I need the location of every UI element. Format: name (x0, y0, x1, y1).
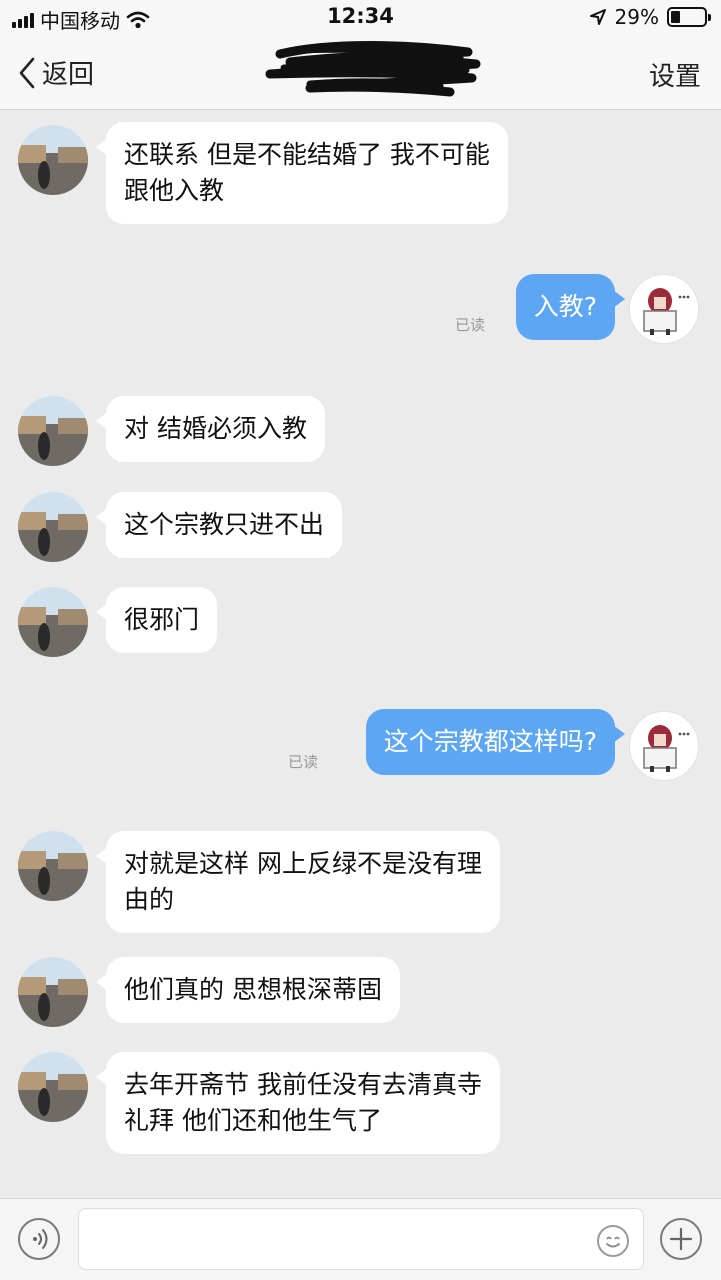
message-row: 已读 入教? (0, 272, 721, 344)
my-avatar[interactable] (629, 711, 699, 781)
message-bubble-outgoing[interactable]: 入教? (515, 274, 626, 340)
contact-avatar-image (18, 831, 88, 901)
location-arrow-icon (589, 9, 606, 25)
message-bubble-incoming[interactable]: 这个宗教只进不出 (95, 492, 343, 558)
read-status: 已读 (454, 316, 485, 334)
my-avatar[interactable] (629, 274, 699, 344)
message-row: 对 结婚必须入教 (0, 394, 721, 466)
message-text: 由的 (124, 885, 175, 914)
battery-icon (667, 7, 711, 27)
message-row: 他们真的 思想根深蒂固 (0, 955, 721, 1027)
message-text: 礼拜 他们还和他生气了 (124, 1106, 382, 1135)
contact-avatar-image (18, 1052, 88, 1122)
message-row: 对就是这样 网上反绿不是没有理 由的 (0, 829, 721, 935)
message-text: 这个宗教都这样吗? (383, 727, 597, 756)
message-text: 去年开斋节 我前任没有去清真寺 (124, 1070, 482, 1099)
message-bubble-outgoing[interactable]: 这个宗教都这样吗? (365, 709, 626, 775)
battery-percent: 29% (614, 5, 659, 29)
contact-avatar[interactable] (18, 957, 88, 1027)
message-row: 去年开斋节 我前任没有去清真寺 礼拜 他们还和他生气了 (0, 1050, 721, 1156)
nav-bar: 返回 设置 (0, 34, 721, 110)
battery-cap (708, 14, 711, 21)
message-bubble-incoming[interactable]: 去年开斋节 我前任没有去清真寺 礼拜 他们还和他生气了 (96, 1052, 500, 1154)
message-row: 很邪门 (0, 585, 721, 657)
message-input[interactable] (78, 1208, 644, 1270)
chevron-left-icon (19, 57, 35, 88)
settings-button[interactable]: 设置 (649, 56, 701, 93)
read-status: 已读 (287, 753, 318, 771)
message-row: 还联系 但是不能结婚了 我不可能 跟他入教 (0, 120, 721, 226)
contact-avatar[interactable] (18, 831, 88, 901)
message-text: 很邪门 (124, 605, 200, 634)
message-bubble-incoming[interactable]: 还联系 但是不能结婚了 我不可能 跟他入教 (96, 122, 508, 224)
contact-avatar[interactable] (18, 1052, 88, 1122)
redaction-scribble (265, 41, 481, 97)
my-avatar-image (630, 712, 698, 780)
emoji-button[interactable] (597, 1225, 629, 1257)
plus-button[interactable] (660, 1218, 702, 1260)
contact-avatar-image (18, 492, 88, 562)
input-bar (0, 1198, 721, 1280)
contact-avatar[interactable] (18, 492, 88, 562)
status-bar: 中国移动 12:34 29% (0, 0, 721, 34)
contact-avatar[interactable] (18, 396, 88, 466)
message-text: 跟他入教 (124, 176, 225, 205)
contact-avatar-image (18, 957, 88, 1027)
my-avatar-image (630, 275, 698, 343)
back-button[interactable]: 返回 (18, 54, 94, 91)
message-text: 他们真的 思想根深蒂固 (124, 975, 382, 1004)
message-bubble-incoming[interactable]: 对 结婚必须入教 (96, 396, 325, 462)
back-label: 返回 (42, 60, 95, 90)
message-text: 入教? (533, 292, 597, 321)
message-bubble-incoming[interactable]: 他们真的 思想根深蒂固 (96, 957, 400, 1023)
message-row: 已读 这个宗教都这样吗? (0, 707, 721, 781)
message-row: 这个宗教只进不出 (0, 490, 721, 562)
message-bubble-incoming[interactable]: 对就是这样 网上反绿不是没有理 由的 (96, 831, 500, 933)
message-text: 对 结婚必须入教 (124, 414, 307, 443)
message-text: 对就是这样 网上反绿不是没有理 (124, 849, 482, 878)
message-bubble-incoming[interactable]: 很邪门 (95, 587, 218, 653)
emoji-icon (606, 1236, 620, 1248)
conversation-title (240, 40, 490, 102)
contact-avatar[interactable] (18, 125, 88, 195)
plus-icon (669, 1227, 693, 1251)
contact-avatar-image (18, 396, 88, 466)
contact-avatar-image (18, 125, 88, 195)
voice-button[interactable] (18, 1218, 60, 1260)
message-text: 还联系 但是不能结婚了 我不可能 (124, 140, 490, 169)
voice-icon (33, 1229, 48, 1249)
contact-avatar[interactable] (18, 587, 88, 657)
message-text: 这个宗教只进不出 (124, 510, 325, 539)
status-right: 29% (589, 5, 711, 29)
contact-avatar-image (18, 587, 88, 657)
battery-fill (671, 11, 680, 23)
